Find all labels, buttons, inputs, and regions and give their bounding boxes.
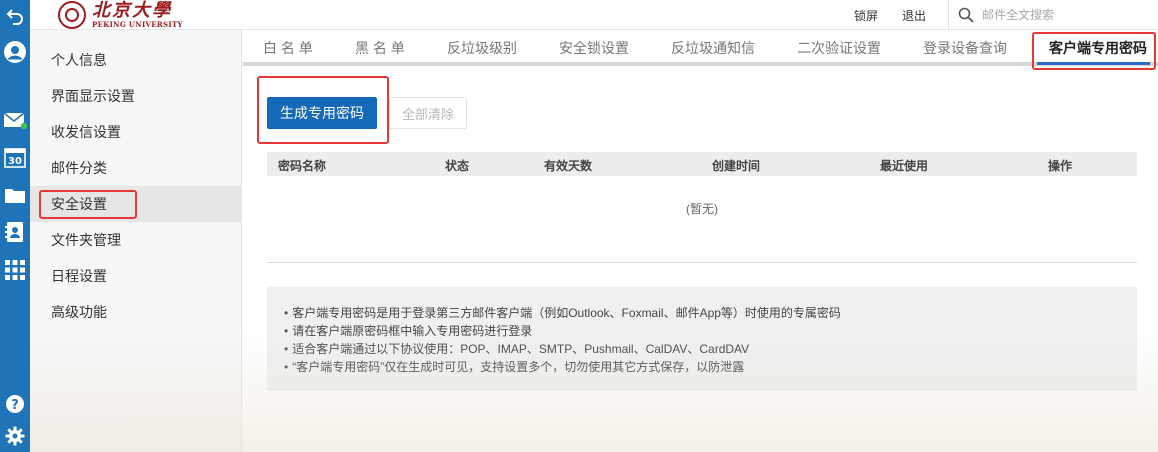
logo-english-name: PEKING UNIVERSITY [92, 20, 183, 29]
tab-antispam-notice[interactable]: 反垃圾通知信 [671, 38, 755, 58]
university-seal-icon [58, 1, 86, 29]
tab-antispam-level[interactable]: 反垃圾级别 [447, 38, 517, 58]
settings-sidebar: 个人信息 界面显示设置 收发信设置 邮件分类 安全设置 文件夹管理 日程设置 高… [30, 30, 242, 452]
folder-icon[interactable] [3, 183, 27, 207]
password-table-header: 密码名称 状态 有效天数 创建时间 最近使用 操作 [267, 152, 1137, 176]
sidebar-item-mail-categories[interactable]: 邮件分类 [30, 150, 242, 186]
security-tabs: 白 名 单 黑 名 单 反垃圾级别 安全锁设置 反垃圾通知信 二次验证设置 登录… [243, 30, 1158, 66]
column-header-name: 密码名称 [278, 159, 327, 173]
column-header-actions: 操作 [1048, 159, 1073, 173]
table-bottom-divider [267, 262, 1137, 263]
top-bar-divider [948, 0, 949, 30]
usage-notes-panel: 客户端专用密码是用于登录第三方邮件客户端（例如Outlook、Foxmail、邮… [267, 287, 1137, 391]
sidebar-item-security[interactable]: 安全设置 [30, 186, 242, 222]
clear-all-button[interactable]: 全部清除 [389, 97, 467, 129]
logout-link[interactable]: 退出 [902, 7, 926, 24]
top-bar: 北京大學 PEKING UNIVERSITY 锁屏 退出 [30, 0, 1158, 30]
sidebar-item-calendar-settings[interactable]: 日程设置 [30, 258, 242, 294]
university-logo[interactable]: 北京大學 PEKING UNIVERSITY [58, 1, 183, 29]
user-avatar-icon[interactable] [3, 40, 27, 64]
search-icon[interactable] [958, 7, 974, 23]
calendar-icon[interactable]: 30 [3, 145, 27, 169]
tab-two-factor[interactable]: 二次验证设置 [797, 38, 881, 58]
table-empty-state: (暂无) [686, 202, 718, 216]
help-icon[interactable]: ? [3, 392, 27, 416]
lock-screen-link[interactable]: 锁屏 [854, 7, 878, 24]
tab-security-lock[interactable]: 安全锁设置 [559, 38, 629, 58]
main-content: 白 名 单 黑 名 单 反垃圾级别 安全锁设置 反垃圾通知信 二次验证设置 登录… [243, 30, 1158, 452]
active-tab-indicator [1037, 62, 1150, 65]
column-header-valid-days: 有效天数 [544, 159, 593, 173]
tab-blacklist[interactable]: 黑 名 单 [355, 38, 405, 58]
tab-whitelist[interactable]: 白 名 单 [263, 38, 313, 58]
usage-note: 适合客户端通过以下协议使用：POP、IMAP、SMTP、Pushmail、Cal… [284, 340, 1137, 358]
mail-icon[interactable] [3, 108, 27, 132]
apps-grid-icon[interactable] [3, 258, 27, 282]
search-input[interactable] [982, 8, 1132, 22]
sidebar-item-send-receive[interactable]: 收发信设置 [30, 114, 242, 150]
contacts-icon[interactable] [3, 220, 27, 244]
usage-note: 客户端专用密码是用于登录第三方邮件客户端（例如Outlook、Foxmail、邮… [284, 304, 1137, 322]
usage-note: 请在客户端原密码框中输入专用密码进行登录 [284, 322, 1137, 340]
column-header-status: 状态 [445, 159, 470, 173]
column-header-last-used: 最近使用 [880, 159, 929, 173]
usage-note: “客户端专用密码”仅在生成时可见，支持设置多个，切勿使用其它方式保存，以防泄露 [284, 358, 1137, 376]
settings-gear-icon[interactable] [3, 424, 27, 448]
generate-password-button[interactable]: 生成专用密码 [267, 97, 377, 129]
tab-client-password[interactable]: 客户端专用密码 [1049, 38, 1147, 58]
tab-login-devices[interactable]: 登录设备查询 [923, 38, 1007, 58]
sidebar-item-display-settings[interactable]: 界面显示设置 [30, 78, 242, 114]
calendar-day-label: 30 [8, 156, 22, 167]
sidebar-item-folder-management[interactable]: 文件夹管理 [30, 222, 242, 258]
sidebar-item-personal-info[interactable]: 个人信息 [30, 42, 242, 78]
column-header-created: 创建时间 [712, 159, 761, 173]
back-arrow-icon[interactable] [3, 4, 27, 28]
app-icon-rail: 30 ? [0, 0, 30, 452]
help-glyph: ? [11, 398, 19, 413]
mail-search-box[interactable] [958, 4, 1148, 26]
logo-chinese-name: 北京大學 [92, 0, 172, 21]
sidebar-item-advanced[interactable]: 高级功能 [30, 294, 242, 330]
